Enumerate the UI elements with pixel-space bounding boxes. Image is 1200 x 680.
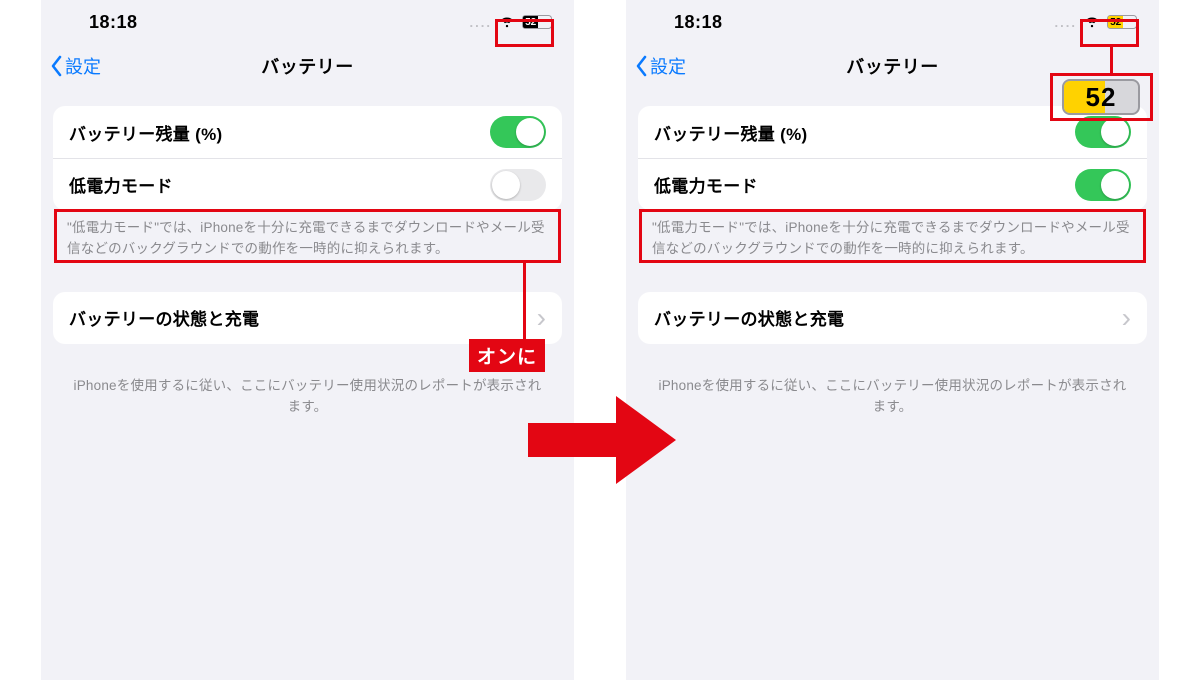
back-button[interactable]: 設定 [49, 53, 101, 79]
page-title: バッテリー [261, 53, 354, 79]
row-battery-health[interactable]: バッテリーの状態と充電 › [53, 292, 562, 344]
nav-bar: 設定 バッテリー [41, 44, 574, 88]
chevron-left-icon [634, 55, 648, 77]
toggle-battery-percent[interactable] [490, 116, 546, 148]
chevron-right-icon: › [1122, 304, 1131, 332]
chevron-left-icon [49, 55, 63, 77]
wifi-icon [1083, 11, 1101, 34]
row-battery-percent[interactable]: バッテリー残量 (%) [53, 106, 562, 158]
chevron-right-icon: › [537, 304, 546, 332]
signal-dots-icon: .... [1055, 15, 1077, 30]
row-label: バッテリーの状態と充電 [654, 305, 844, 330]
signal-dots-icon: .... [470, 15, 492, 30]
group-health: バッテリーの状態と充電 › [53, 292, 562, 344]
battery-zoom-icon: 52 [1062, 79, 1140, 115]
row-label: 低電力モード [69, 172, 173, 197]
phone-before: 18:18 .... 52 設定 バッテリー バッテリー残量 (%) [41, 0, 574, 680]
wifi-icon [498, 11, 516, 34]
group-toggles: バッテリー残量 (%) 低電力モード [638, 106, 1147, 210]
badge-turn-on: オンに [469, 339, 545, 372]
row-battery-health[interactable]: バッテリーの状態と充電 › [638, 292, 1147, 344]
footer-report-desc: iPhoneを使用するに従い、ここにバッテリー使用状況のレポートが表示されます。 [626, 368, 1159, 418]
page-title: バッテリー [846, 53, 939, 79]
back-label: 設定 [650, 53, 686, 79]
statusbar-time: 18:18 [674, 12, 723, 33]
toggle-battery-percent[interactable] [1075, 116, 1131, 148]
battery-icon: 52 [1107, 15, 1137, 29]
battery-icon: 52 [522, 15, 552, 29]
highlight-connector [1110, 47, 1113, 73]
toggle-low-power-mode[interactable] [1075, 169, 1131, 201]
row-label: バッテリーの状態と充電 [69, 305, 259, 330]
footer-lowpower-desc: "低電力モード"では、iPhoneを十分に充電できるまでダウンロードやメール受信… [626, 210, 1159, 260]
row-low-power-mode[interactable]: 低電力モード [53, 158, 562, 210]
group-toggles: バッテリー残量 (%) 低電力モード [53, 106, 562, 210]
group-health: バッテリーの状態と充電 › [638, 292, 1147, 344]
phone-after: 18:18 .... 52 設定 バッテリー バッテリー残量 (%) [626, 0, 1159, 680]
row-label: バッテリー残量 (%) [654, 120, 807, 145]
footer-lowpower-desc: "低電力モード"では、iPhoneを十分に充電できるまでダウンロードやメール受信… [41, 210, 574, 260]
row-label: バッテリー残量 (%) [69, 120, 222, 145]
row-label: 低電力モード [654, 172, 758, 197]
statusbar: 18:18 .... 52 [41, 0, 574, 44]
arrow-right-icon [523, 390, 677, 484]
statusbar-time: 18:18 [89, 12, 138, 33]
back-label: 設定 [65, 53, 101, 79]
toggle-low-power-mode[interactable] [490, 169, 546, 201]
highlight-connector [523, 263, 526, 341]
footer-report-desc: iPhoneを使用するに従い、ここにバッテリー使用状況のレポートが表示されます。 [41, 368, 574, 418]
row-low-power-mode[interactable]: 低電力モード [638, 158, 1147, 210]
back-button[interactable]: 設定 [634, 53, 686, 79]
statusbar: 18:18 .... 52 [626, 0, 1159, 44]
